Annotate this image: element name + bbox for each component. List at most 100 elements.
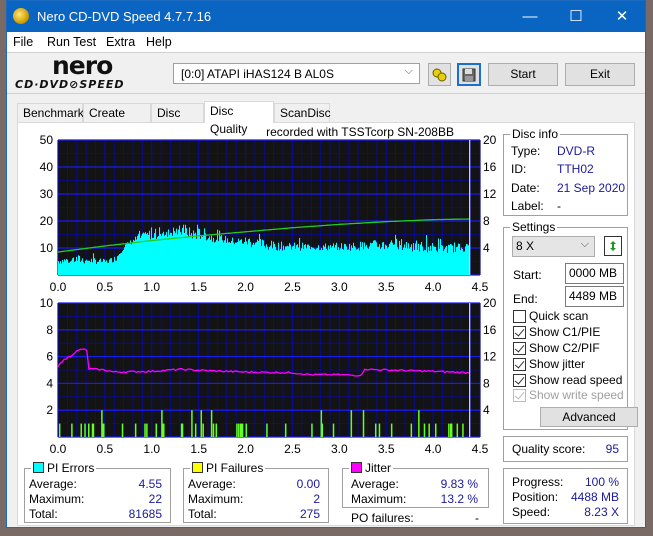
pi-error-bar: [69, 262, 71, 275]
save-button[interactable]: [457, 63, 481, 86]
tab-disc-info[interactable]: Disc Info: [151, 103, 204, 138]
pi-error-bar: [375, 240, 377, 275]
close-button[interactable]: ✕: [599, 1, 645, 32]
menu-extra[interactable]: Extra: [106, 35, 135, 49]
pi-failure-bar: [134, 423, 137, 437]
speed-select[interactable]: 8 X ⌵: [512, 236, 595, 257]
pi-failures-group: PI Failures Average: 0.00 Maximum: 2 Tot…: [183, 461, 329, 523]
pi-error-bar: [393, 244, 395, 275]
pi-error-bar: [354, 246, 356, 275]
pi-failure-bar: [390, 423, 393, 437]
pi-error-bar: [210, 239, 212, 275]
pi-error-bar: [113, 262, 115, 275]
pi-error-bar: [228, 242, 230, 275]
pi-error-bar: [259, 233, 261, 275]
pi-error-bar: [326, 248, 328, 275]
tab-disc-quality[interactable]: Disc Quality: [204, 101, 274, 136]
charts-area: 0.0 0.5 1.0 1.5 2.0 2.5 3.0 3.5 4.0 4.5 10 20 30 40 50…: [40, 125, 497, 456]
pi-error-bar: [212, 241, 214, 275]
show-c2-pif-checkbox[interactable]: [513, 342, 526, 355]
pi-error-bar: [94, 258, 96, 275]
start-input[interactable]: 0000 MB: [565, 263, 624, 284]
tab-scandisc[interactable]: ScanDisc: [274, 103, 331, 122]
pi-error-bar: [450, 244, 452, 275]
menu-run-test[interactable]: Run Test: [47, 35, 96, 49]
pi-error-bar: [59, 263, 61, 275]
pi-failure-bar: [92, 423, 95, 437]
quality-score-label: Quality score:: [512, 442, 586, 456]
quality-score-value: 95: [605, 442, 619, 456]
pi-error-bar: [164, 235, 166, 275]
pi-error-bar: [86, 259, 88, 275]
pi-error-bar: [153, 237, 155, 275]
exit-button[interactable]: Exit: [565, 63, 635, 86]
pi-error-bar: [319, 250, 321, 275]
quick-scan-checkbox[interactable]: [513, 310, 526, 323]
end-input[interactable]: 4489 MB: [565, 286, 624, 307]
pi-error-bar: [260, 238, 262, 275]
pi-error-bar: [158, 236, 160, 275]
maximize-button[interactable]: ☐: [553, 1, 599, 32]
pi-error-bar: [117, 256, 119, 275]
pi-error-bar: [434, 246, 436, 275]
pi-error-bar: [253, 242, 255, 275]
pi-error-bar: [76, 256, 78, 275]
pi-errors-title: PI Errors: [31, 461, 97, 475]
pi-error-bar: [419, 251, 421, 275]
pie-max-value: 22: [148, 492, 162, 506]
pi-error-bar: [84, 263, 86, 275]
advanced-button[interactable]: Advanced: [540, 407, 638, 427]
pi-error-bar: [273, 241, 275, 275]
pi-error-bar: [239, 241, 241, 275]
pi-failure-bar: [462, 423, 464, 437]
refresh-speed-button[interactable]: [604, 236, 622, 256]
pi-error-bar: [383, 242, 385, 275]
pi-error-bar: [108, 262, 110, 275]
pi-error-bar: [299, 237, 301, 275]
show-c1-pie-checkbox[interactable]: [513, 326, 526, 339]
pi-error-bar: [424, 249, 426, 275]
pi-error-bar: [379, 244, 381, 275]
pi-error-bar: [133, 239, 135, 275]
minimize-button[interactable]: —: [507, 1, 553, 32]
disc-info-title: Disc info: [510, 127, 561, 141]
x-tick-label: 2.0: [237, 280, 254, 294]
eject-button[interactable]: [428, 63, 451, 86]
drive-select[interactable]: [0:0] ATAPI iHAS124 B AL0S ⌵: [173, 63, 420, 84]
progress-label: Progress:: [512, 475, 564, 489]
menu-help[interactable]: Help: [146, 35, 172, 49]
pi-error-bar: [406, 242, 408, 275]
pi-error-bar: [203, 235, 205, 275]
pi-failure-bar: [428, 423, 430, 437]
pi-error-bar: [349, 243, 351, 275]
pi-error-bar: [339, 250, 341, 275]
pi-error-bar: [227, 238, 229, 275]
start-button[interactable]: Start: [488, 63, 558, 86]
pi-error-bar: [359, 250, 361, 275]
pi-error-bar: [156, 238, 158, 275]
pi-failure-bar: [163, 423, 165, 437]
pi-error-bar: [251, 247, 253, 275]
pi-error-bar: [394, 244, 396, 275]
pi-error-bar: [65, 260, 67, 275]
menu-file[interactable]: File: [13, 35, 33, 49]
pi-error-bar: [60, 261, 62, 275]
tab-benchmark[interactable]: Benchmark: [17, 103, 84, 122]
pi-error-bar: [451, 244, 453, 275]
pi-error-bar: [346, 246, 348, 275]
pi-error-bar: [403, 247, 405, 275]
pi-error-bar: [66, 258, 68, 275]
pi-error-bar: [399, 240, 401, 275]
pi-error-bar: [327, 250, 329, 275]
pi-error-bar: [293, 245, 295, 275]
pi-error-bar: [395, 234, 397, 275]
pi-error-bar: [378, 246, 380, 275]
pi-failure-bar: [238, 423, 240, 437]
show-jitter-checkbox[interactable]: [513, 358, 526, 371]
tab-create-disc[interactable]: Create Disc: [83, 103, 151, 138]
pi-error-bar: [436, 250, 438, 275]
show-read-speed-checkbox[interactable]: [513, 374, 526, 387]
pi-error-bar: [464, 251, 466, 275]
pi-failure-bar: [210, 410, 213, 437]
pi-error-bar: [314, 248, 316, 275]
